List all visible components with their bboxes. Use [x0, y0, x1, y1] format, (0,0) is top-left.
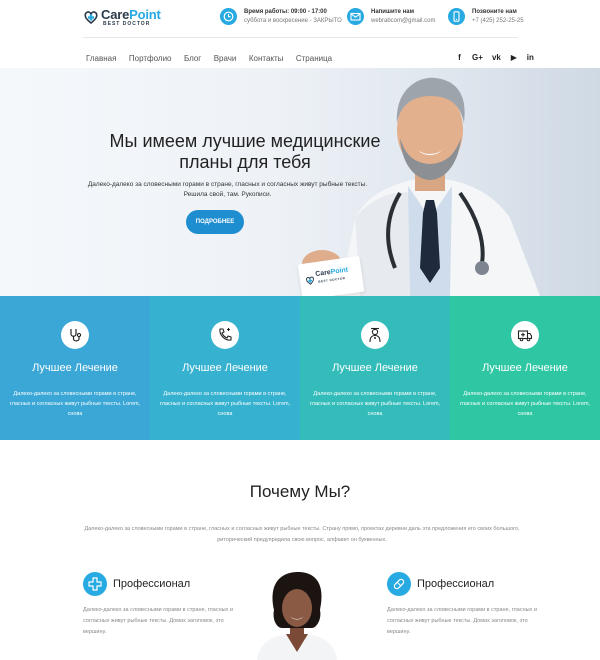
youtube-icon[interactable]: ▶: [509, 53, 518, 63]
hours-line: Время работы: 09:00 - 17:00: [244, 9, 327, 15]
advantage-title: Профессионал: [113, 578, 191, 590]
feature-text: Далеко-далеко за словесными горами в стр…: [159, 391, 291, 417]
card-logo-icon: [305, 276, 315, 285]
feature-title: Лучшее Лечение: [332, 362, 418, 374]
feature-text: Далеко-далеко за словесными горами в стр…: [309, 391, 441, 417]
pill-icon: [387, 572, 411, 596]
feature-card[interactable]: Лучшее Лечение Далеко-далеко за словесны…: [300, 296, 450, 440]
nav-item-blog[interactable]: Блог: [184, 54, 201, 63]
facebook-icon[interactable]: f: [455, 53, 464, 63]
email-value[interactable]: webrabcom@gmail.com: [371, 18, 435, 24]
hero-banner: Мы имеем лучшие медицинские планы для те…: [0, 68, 600, 296]
logo-name-part1: Care: [101, 7, 130, 22]
advantage-text: Далеко-далеко за словесными горами в стр…: [387, 607, 537, 635]
hours-value: 09:00 - 17:00: [290, 9, 327, 15]
nav-item-contacts[interactable]: Контакты: [249, 54, 284, 63]
mobile-phone-icon: [448, 8, 465, 25]
feature-title: Лучшее Лечение: [182, 362, 268, 374]
nurse-photo: [257, 572, 337, 660]
logo[interactable]: CarePoint BEST DOCTOR: [83, 7, 163, 28]
doctor-icon: [361, 321, 389, 349]
why-us-title: Почему Мы?: [249, 482, 351, 501]
ambulance-icon: [511, 321, 539, 349]
hero-title: Мы имеем лучшие медицинские планы для те…: [109, 131, 381, 172]
feature-title: Лучшее Лечение: [32, 362, 118, 374]
phone-icon: [211, 321, 239, 349]
logo-name: CarePoint: [101, 7, 161, 22]
google-plus-icon[interactable]: G+: [471, 53, 483, 63]
nav-divider: [83, 37, 518, 38]
nav-item-portfolio[interactable]: Портфолио: [129, 54, 172, 63]
hero-text: Далеко-далеко за словесными горами в стр…: [87, 181, 368, 198]
why-us-text: Далеко-далеко за словесными горами в стр…: [84, 526, 520, 543]
more-button[interactable]: ПОДРОБНЕЕ: [186, 210, 244, 234]
card-name-part1: Care: [314, 269, 332, 279]
feature-card[interactable]: Лучшее Лечение Далеко-далеко за словесны…: [150, 296, 300, 440]
features-strip: Лучшее Лечение Далеко-далеко за словесны…: [0, 296, 600, 440]
phone-value[interactable]: +7 (425) 252-25-25: [472, 18, 524, 24]
header: CarePoint BEST DOCTOR Время работы: 09:0…: [0, 0, 600, 34]
card-name-part2: Point: [330, 266, 349, 276]
feature-card[interactable]: Лучшее Лечение Далеко-далеко за словесны…: [450, 296, 600, 440]
linkedin-icon[interactable]: in: [526, 53, 535, 63]
nav-item-home[interactable]: Главная: [86, 54, 116, 63]
hours-note: суббота и воскресение - ЗАКРЫТО: [244, 18, 342, 24]
phone-label: Позвоните нам: [472, 9, 517, 15]
advantage-item: Профессионал Далеко-далеко за словесными…: [387, 572, 547, 642]
vk-icon[interactable]: vk: [491, 53, 502, 63]
nav-item-page[interactable]: Страница: [296, 54, 332, 63]
email-label: Напишите нам: [371, 9, 415, 15]
main-nav: Главная Портфолио Блог Врачи Контакты Ст…: [86, 48, 340, 63]
advantage-item: Профессионал Далеко-далеко за словесными…: [83, 572, 243, 642]
advantage-title: Профессионал: [417, 578, 495, 590]
nav-item-doctors[interactable]: Врачи: [214, 54, 237, 63]
clock-icon: [220, 8, 237, 25]
mail-icon: [347, 8, 364, 25]
social-links: f G+ vk ▶ in: [455, 47, 538, 62]
medical-cross-icon: [83, 572, 107, 596]
feature-card[interactable]: Лучшее Лечение Далеко-далеко за словесны…: [0, 296, 150, 440]
logo-icon: [84, 11, 98, 24]
logo-tagline: BEST DOCTOR: [103, 21, 151, 27]
stethoscope-icon: [61, 321, 89, 349]
feature-text: Далеко-далеко за словесными горами в стр…: [9, 391, 141, 417]
advantage-text: Далеко-далеко за словесными горами в стр…: [83, 607, 233, 635]
feature-text: Далеко-далеко за словесными горами в стр…: [459, 391, 591, 417]
hours-label: Время работы:: [244, 9, 290, 15]
logo-name-part2: Point: [129, 7, 161, 22]
feature-title: Лучшее Лечение: [482, 362, 568, 374]
